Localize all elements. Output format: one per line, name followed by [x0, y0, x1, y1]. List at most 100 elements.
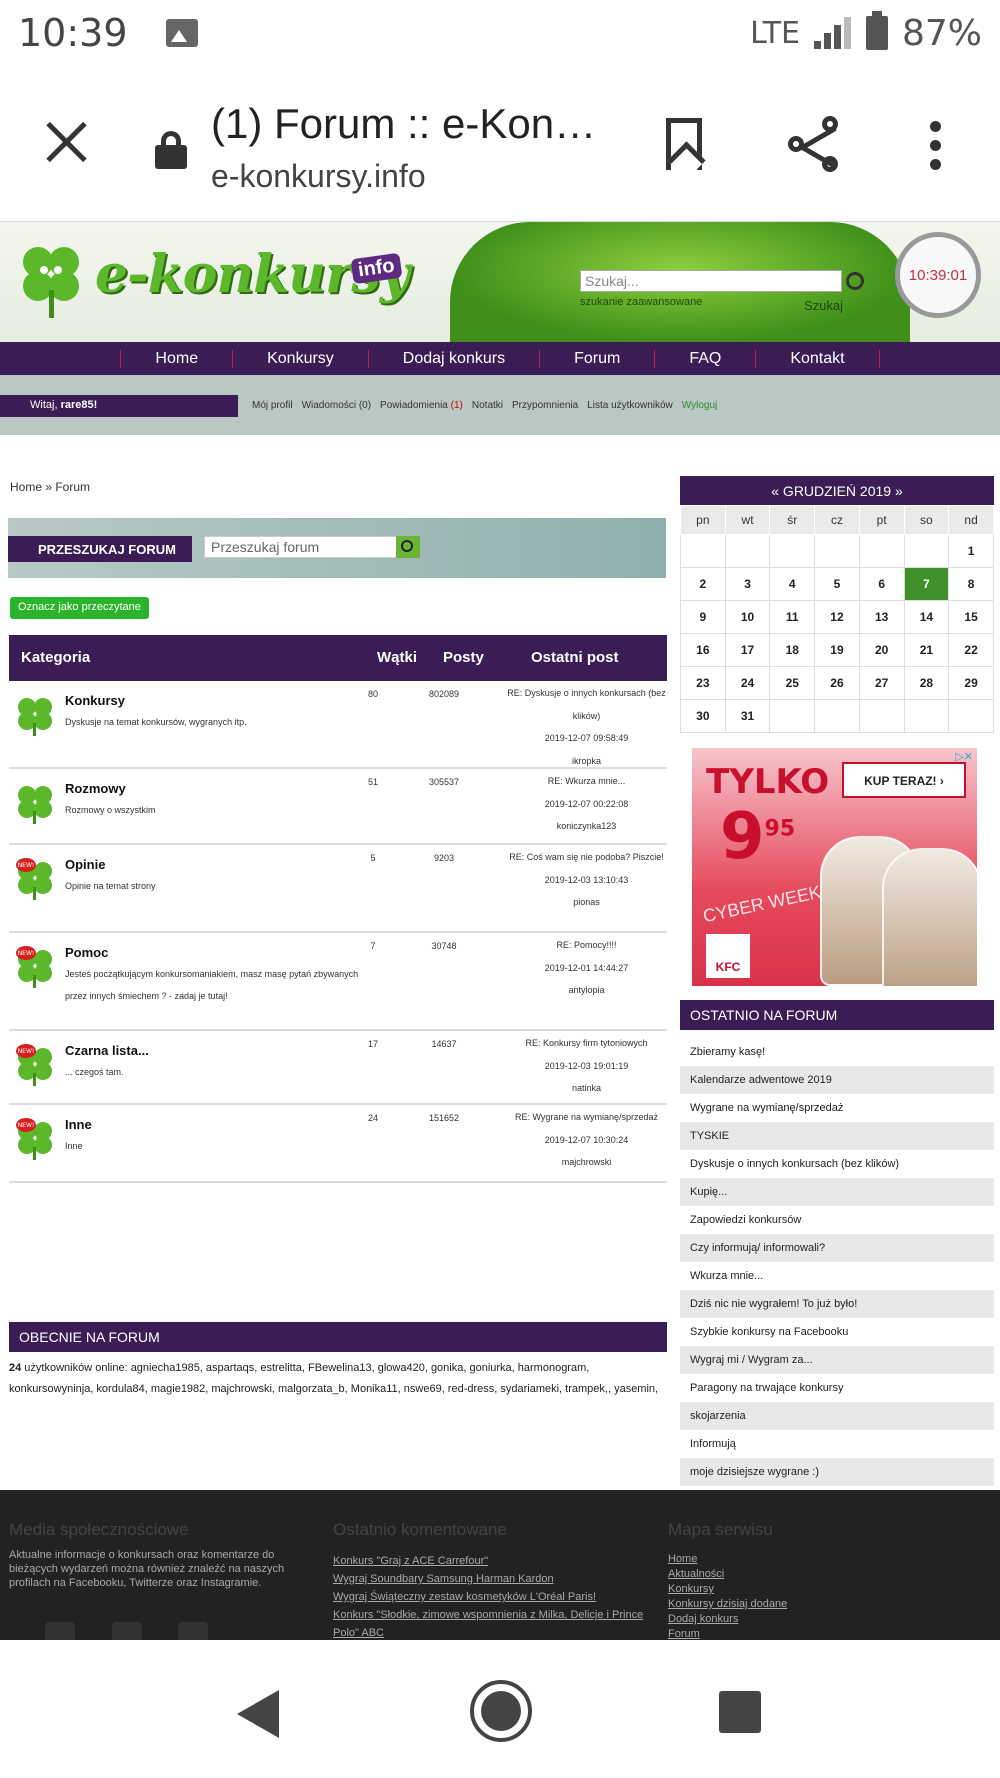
users-list-link[interactable]: Lista użytkowników — [587, 400, 673, 411]
last-post-title[interactable]: RE: Wygrane na wymianę/sprzedaż — [504, 1106, 669, 1129]
forum-search-input[interactable]: Przeszukaj forum — [204, 536, 402, 558]
calendar-day[interactable]: 22 — [948, 633, 994, 667]
my-profile-link[interactable]: Mój profil — [252, 400, 293, 411]
forum-search-button[interactable] — [396, 536, 420, 558]
calendar-day[interactable]: 2 — [680, 567, 726, 601]
twitter-icon[interactable] — [112, 1622, 142, 1640]
recent-topic[interactable]: Zapowiedzi konkursów — [680, 1206, 994, 1234]
recent-topic[interactable]: TYSKIE — [680, 1122, 994, 1150]
forum-row[interactable]: NEW! Opinie Opinie na temat strony 5 9203 RE… — [9, 845, 667, 933]
advanced-search-link[interactable]: szukanie zaawansowane — [580, 296, 702, 308]
calendar-day[interactable]: 8 — [948, 567, 994, 601]
logout-link[interactable]: Wyloguj — [682, 400, 717, 411]
site-search-input[interactable]: Szukaj... — [580, 270, 842, 292]
facebook-icon[interactable] — [45, 1622, 75, 1640]
calendar-day[interactable]: 17 — [724, 633, 771, 667]
recent-topic[interactable]: Dyskusje o innych konkursach (bez klików… — [680, 1150, 994, 1178]
nav-dodaj-konkurs[interactable]: Dodaj konkurs — [367, 349, 539, 368]
last-post-user[interactable]: pionas — [504, 891, 669, 914]
footer-comment-link[interactable]: Konkurs "Graj z ACE Carrefour" — [333, 1552, 653, 1570]
calendar-day[interactable]: 18 — [769, 633, 816, 667]
recent-topic[interactable]: Wygraj mi / Wygram za... — [680, 1346, 994, 1374]
home-icon[interactable] — [470, 1680, 532, 1742]
calendar-day[interactable]: 4 — [769, 567, 816, 601]
forum-row[interactable]: Konkursy Dyskusje na temat konkursów, wyg… — [9, 681, 667, 769]
footer-sitemap-link[interactable]: Konkursy dzisiaj dodane — [668, 1597, 787, 1612]
last-post-title[interactable]: RE: Dyskusje o innych konkursach (bez kl… — [504, 682, 669, 727]
online-list[interactable]: użytkowników online: agniecha1985, aspar… — [9, 1362, 658, 1395]
calendar-day[interactable]: 3 — [724, 567, 771, 601]
category-name[interactable]: Konkursy — [65, 693, 125, 708]
calendar-day[interactable]: 25 — [769, 666, 816, 700]
calendar-day[interactable]: 14 — [903, 600, 950, 634]
calendar-day[interactable]: 6 — [858, 567, 905, 601]
recent-topic[interactable]: skojarzenia — [680, 1402, 994, 1430]
calendar-day[interactable]: 5 — [814, 567, 860, 601]
recent-topic[interactable]: Kalendarze adwentowe 2019 — [680, 1066, 994, 1094]
last-post-user[interactable]: majchrowski — [504, 1151, 669, 1174]
calendar-day[interactable]: 12 — [814, 600, 860, 634]
recent-topic[interactable]: Dziś nic nie wygrałem! To już było! — [680, 1290, 994, 1318]
calendar-day[interactable]: 29 — [948, 666, 994, 700]
reminders-link[interactable]: Przypomnienia — [512, 400, 578, 411]
lock-icon[interactable] — [155, 131, 187, 169]
nav-faq[interactable]: FAQ — [654, 349, 755, 368]
search-icon[interactable] — [846, 272, 864, 290]
category-name[interactable]: Opinie — [65, 857, 105, 872]
recent-topic[interactable]: Szybkie konkursy na Facebooku — [680, 1318, 994, 1346]
footer-comment-link[interactable]: Konkurs "Słodkie, zimowe wspomnienia z M… — [333, 1606, 653, 1640]
recent-topic[interactable]: moje dzisiejsze wygrane :) — [680, 1458, 994, 1486]
category-name[interactable]: Czarna lista... — [65, 1043, 149, 1058]
bookmark-icon[interactable] — [666, 118, 702, 170]
calendar-day[interactable]: 15 — [948, 600, 994, 634]
calendar-day[interactable]: 19 — [814, 633, 860, 667]
breadcrumb[interactable]: Home » Forum — [10, 480, 90, 494]
forum-row[interactable]: Rozmowy Rozmowy o wszystkim 51 305537 RE: Wk… — [9, 769, 667, 845]
page-title[interactable]: (1) Forum :: e-Kon… — [211, 100, 596, 148]
messages-link[interactable]: Wiadomości (0) — [302, 400, 371, 411]
forum-row[interactable]: NEW! Pomoc Jesteś początkującym konkursom… — [9, 933, 667, 1031]
recent-topic[interactable]: Informują — [680, 1430, 994, 1458]
recent-topic[interactable]: Paragony na trwające konkursy — [680, 1374, 994, 1402]
last-post-user[interactable]: koniczynka123 — [504, 815, 669, 838]
instagram-icon[interactable] — [178, 1622, 208, 1640]
calendar-day[interactable]: 23 — [680, 666, 726, 700]
recent-topic[interactable]: Wygrane na wymianę/sprzedaż — [680, 1094, 994, 1122]
calendar-day[interactable]: 24 — [724, 666, 771, 700]
page-url[interactable]: e-konkursy.info — [211, 158, 426, 195]
recent-topic[interactable]: Kupię... — [680, 1178, 994, 1206]
calendar-day[interactable]: 26 — [814, 666, 860, 700]
category-name[interactable]: Pomoc — [65, 945, 108, 960]
forum-row[interactable]: NEW! Czarna lista... ... czegoś tam. 17 146… — [9, 1031, 667, 1105]
last-post-user[interactable]: antylopia — [504, 979, 669, 1002]
clover-logo-icon[interactable] — [16, 240, 88, 320]
calendar-title[interactable]: « GRUDZIEŃ 2019 » — [680, 476, 994, 505]
calendar-day[interactable]: 31 — [724, 699, 771, 733]
ad-choices-icon[interactable]: ▷✕ — [955, 750, 973, 763]
recent-topic[interactable]: Wkurza mnie... — [680, 1262, 994, 1290]
calendar-day[interactable]: 28 — [903, 666, 950, 700]
calendar-day[interactable]: 13 — [858, 600, 905, 634]
calendar-day[interactable]: 27 — [858, 666, 905, 700]
mark-read-button[interactable]: Oznacz jako przeczytane — [10, 597, 149, 619]
recent-topic[interactable]: Zbieramy kasę! — [680, 1038, 994, 1066]
calendar-day[interactable]: 9 — [680, 600, 726, 634]
footer-comment-link[interactable]: Wygraj Świąteczny zestaw kosmetyków L'Or… — [333, 1588, 653, 1606]
footer-sitemap-link[interactable]: Konkursy — [668, 1582, 787, 1597]
last-post-user[interactable]: natinka — [504, 1077, 669, 1100]
calendar-day[interactable]: 30 — [680, 699, 726, 733]
category-name[interactable]: Rozmowy — [65, 781, 126, 796]
footer-sitemap-link[interactable]: Aktualności — [668, 1567, 787, 1582]
more-options-icon[interactable] — [930, 121, 942, 171]
recent-topic[interactable]: Czy informują/ informowali? — [680, 1234, 994, 1262]
username[interactable]: rare85! — [61, 399, 98, 411]
last-post-title[interactable]: RE: Pomocy!!!! — [504, 934, 669, 957]
recent-apps-icon[interactable] — [719, 1691, 761, 1733]
footer-sitemap-link[interactable]: Forum — [668, 1627, 787, 1640]
calendar-day[interactable]: 11 — [769, 600, 816, 634]
close-tab-icon[interactable] — [40, 116, 92, 168]
calendar-day[interactable]: 7 — [903, 567, 950, 601]
calendar-day[interactable]: 16 — [680, 633, 726, 667]
last-post-title[interactable]: RE: Coś wam się nie podoba? Piszcie! — [504, 846, 669, 869]
kfc-advertisement[interactable]: TYLKO 995 KUP TERAZ! › CYBER WEEK KFC ▷✕ — [692, 748, 977, 986]
